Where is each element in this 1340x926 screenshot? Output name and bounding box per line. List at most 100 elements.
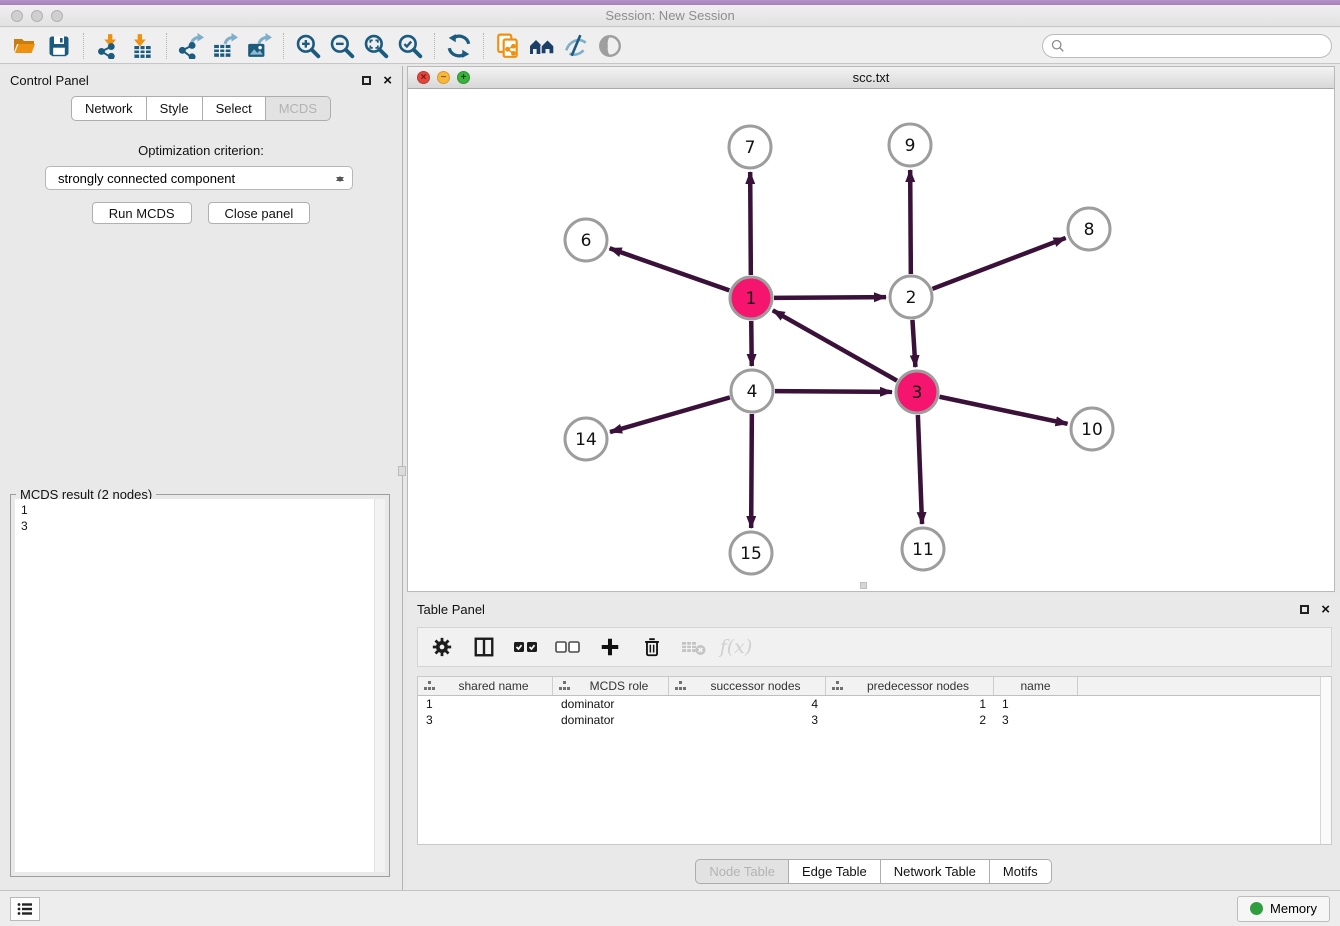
delete-table-button[interactable] [680, 633, 708, 661]
task-history-button[interactable] [10, 897, 40, 921]
network-window-titlebar[interactable]: × − + scc.txt [408, 67, 1334, 89]
edge-3-11[interactable] [918, 415, 922, 524]
canvas-resize-handle[interactable] [860, 582, 867, 589]
edge-4-3[interactable] [775, 391, 892, 392]
cell-predecessor-nodes[interactable]: 1 [826, 696, 994, 712]
search-input[interactable] [1070, 39, 1323, 53]
edge-4-14[interactable] [610, 397, 730, 432]
column-type-icon [832, 681, 843, 691]
function-icon: f(x) [720, 636, 753, 658]
refresh-icon [446, 33, 472, 59]
memory-button[interactable]: Memory [1237, 896, 1330, 922]
add-column-button[interactable] [596, 633, 624, 661]
column-header-MCDS-role[interactable]: MCDS role [553, 677, 669, 695]
edge-2-8[interactable] [932, 238, 1065, 289]
cell-successor-nodes[interactable]: 3 [669, 712, 826, 728]
edge-3-1[interactable] [773, 310, 897, 380]
select-all-columns-button[interactable] [512, 633, 540, 661]
graph-node-label-9: 9 [905, 136, 916, 156]
run-mcds-button[interactable]: Run MCDS [92, 202, 192, 224]
import-network-button[interactable] [91, 31, 125, 61]
tab-style[interactable]: Style [147, 96, 203, 121]
float-table-panel-icon[interactable] [1300, 605, 1309, 614]
network-view-window: × − + scc.txt 1234678910111415 [407, 66, 1335, 592]
node-table[interactable]: shared name MCDS rolesuccessor nodes prede… [417, 676, 1332, 845]
float-panel-icon[interactable] [362, 76, 371, 85]
tab-mcds[interactable]: MCDS [266, 96, 331, 121]
cell-predecessor-nodes[interactable]: 2 [826, 712, 994, 728]
column-header-label: predecessor nodes [849, 679, 987, 693]
network-graph[interactable]: 1234678910111415 [408, 89, 1334, 592]
zoom-in-button[interactable] [291, 31, 325, 61]
edge-1-7[interactable] [750, 172, 751, 275]
table-row[interactable]: 3dominator323 [418, 712, 1331, 728]
table-panel: Table Panel × [407, 595, 1340, 890]
cell-successor-nodes[interactable]: 4 [669, 696, 826, 712]
edge-3-10[interactable] [940, 397, 1068, 424]
column-header-label: shared name [441, 679, 546, 693]
table-row[interactable]: 1dominator411 [418, 696, 1331, 712]
zoom-out-button[interactable] [325, 31, 359, 61]
column-layout-button[interactable] [470, 633, 498, 661]
show-panel-button[interactable] [593, 31, 627, 61]
tab-edge-table[interactable]: Edge Table [789, 859, 881, 884]
main-toolbar [0, 28, 1340, 64]
refresh-layout-button[interactable] [442, 31, 476, 61]
cell-MCDS-role[interactable]: dominator [553, 696, 669, 712]
edge-2-3[interactable] [912, 320, 915, 367]
zoom-fit-button[interactable] [359, 31, 393, 61]
cell-name[interactable]: 1 [994, 696, 1078, 712]
tab-motifs[interactable]: Motifs [990, 859, 1052, 884]
home-networks-button[interactable] [525, 31, 559, 61]
export-table-button[interactable] [208, 31, 242, 61]
edge-1-6[interactable] [610, 248, 730, 290]
import-table-button[interactable] [125, 31, 159, 61]
column-header-predecessor-nodes[interactable]: predecessor nodes [826, 677, 994, 695]
mcds-result-area[interactable]: 1 3 [15, 499, 385, 872]
edge-1-2[interactable] [774, 297, 886, 298]
tab-select[interactable]: Select [203, 96, 266, 121]
open-session-button[interactable] [8, 31, 42, 61]
close-table-panel-icon[interactable]: × [1321, 602, 1330, 617]
column-header-shared-name[interactable]: shared name [418, 677, 553, 695]
network-canvas[interactable]: 1234678910111415 [408, 89, 1334, 591]
edge-2-9[interactable] [910, 170, 911, 274]
graph-node-label-8: 8 [1084, 220, 1095, 240]
export-network-button[interactable] [174, 31, 208, 61]
zoom-selected-button[interactable] [393, 31, 427, 61]
column-header-name[interactable]: name [994, 677, 1078, 695]
search-field[interactable] [1042, 34, 1332, 58]
plus-icon [599, 636, 621, 658]
memory-label: Memory [1270, 901, 1317, 916]
delete-column-button[interactable] [638, 633, 666, 661]
column-header-successor-nodes[interactable]: successor nodes [669, 677, 826, 695]
close-panel-button[interactable]: Close panel [208, 202, 311, 224]
optimization-criterion-dropdown[interactable]: strongly connected component [45, 166, 353, 190]
deselect-all-columns-button[interactable] [554, 633, 582, 661]
cell-name[interactable]: 3 [994, 712, 1078, 728]
clone-network-button[interactable] [491, 31, 525, 61]
cell-shared-name[interactable]: 1 [418, 696, 553, 712]
tab-network-table[interactable]: Network Table [881, 859, 990, 884]
close-panel-icon[interactable]: × [383, 73, 392, 88]
tab-network[interactable]: Network [71, 96, 147, 121]
memory-status-dot [1250, 902, 1263, 915]
cell-MCDS-role[interactable]: dominator [553, 712, 669, 728]
toolbar-separator [83, 33, 84, 59]
application-window: Session: New Session [0, 0, 1340, 926]
panel-divider-handle[interactable] [398, 466, 406, 476]
table-scrollbar[interactable] [1320, 677, 1331, 844]
apply-function-button[interactable]: f(x) [722, 633, 750, 661]
export-image-button[interactable] [242, 31, 276, 61]
hide-panel-button[interactable] [559, 31, 593, 61]
graph-node-label-1: 1 [746, 289, 757, 309]
cell-shared-name[interactable]: 3 [418, 712, 553, 728]
table-settings-button[interactable] [428, 633, 456, 661]
result-scrollbar[interactable] [374, 499, 385, 872]
export-network-icon [178, 33, 204, 59]
graph-node-label-2: 2 [906, 288, 917, 308]
tab-node-table[interactable]: Node Table [695, 859, 789, 884]
columns-icon [473, 636, 495, 658]
edge-4-15[interactable] [751, 414, 752, 528]
save-session-button[interactable] [42, 31, 76, 61]
